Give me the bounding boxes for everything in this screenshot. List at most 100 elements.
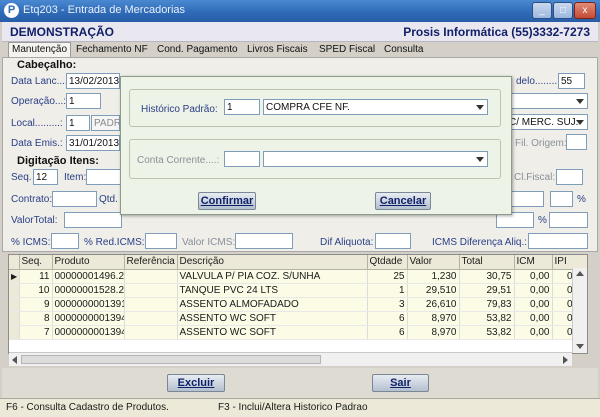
cell-seq: 10 (19, 283, 53, 298)
tab-manutencao[interactable]: Manutenção (8, 42, 72, 58)
cell-valor: 8,970 (407, 325, 460, 340)
col-seq[interactable]: Seq. (19, 255, 53, 270)
right-field-1[interactable] (510, 191, 544, 207)
sair-button[interactable]: Sair (372, 374, 429, 392)
icms-dif-label: ICMS Diferença Aliq.: (432, 237, 528, 248)
cell-qtd: 25 (367, 269, 408, 284)
cell-total: 29,51 (459, 283, 515, 298)
pct-field-1[interactable] (550, 191, 573, 207)
scroll-right-icon[interactable] (563, 356, 568, 364)
historico-code-field[interactable]: 1 (224, 99, 260, 115)
historico-select-value: COMPRA CFE NF. (266, 102, 350, 113)
historico-select[interactable]: COMPRA CFE NF. (263, 99, 488, 115)
cell-total: 53,82 (459, 311, 515, 326)
grid-vertical-scrollbar[interactable] (572, 268, 587, 353)
tab-fechamento-nf[interactable]: Fechamento NF (73, 43, 151, 58)
merc-suj-select[interactable]: C/ MERC. SUJ. (506, 114, 588, 130)
col-ipi[interactable]: IPI (552, 255, 587, 270)
pct-icms-field[interactable] (51, 233, 79, 249)
section-digitacao-itens: Digitação Itens: (17, 155, 99, 167)
section-cabecalho: Cabeçalho: (17, 59, 77, 71)
seq-field[interactable]: 12 (33, 169, 58, 185)
cell-produto: 00000001528.2 (52, 283, 125, 298)
contrato-field[interactable] (52, 191, 97, 207)
row-indicator (9, 283, 20, 298)
cell-produto: 0000000001394 (52, 311, 125, 326)
scroll-down-icon[interactable] (576, 344, 584, 349)
table-row[interactable]: 8 0000000001394 ASSENTO WC SOFT 6 8,970 53,82… (9, 311, 587, 326)
chevron-down-icon (576, 120, 584, 125)
cl-fiscal-label: Cl.Fiscal: (514, 172, 556, 183)
app-icon: P (4, 3, 19, 18)
col-total[interactable]: Total (459, 255, 515, 270)
conta-corrente-code-field[interactable] (224, 151, 260, 167)
cell-total: 53,82 (459, 325, 515, 340)
tipo-select[interactable] (506, 93, 588, 109)
table-row[interactable]: 9 0000000001391 ASSENTO ALMOFADADO 3 26,610 7… (9, 297, 587, 312)
fil-origem-field[interactable] (566, 134, 587, 150)
historico-label: Histórico Padrão: (141, 104, 218, 115)
cell-icm: 0,00 (514, 283, 553, 298)
dif-aliquota-field[interactable] (375, 233, 411, 249)
col-qtdade[interactable]: Qtdade (367, 255, 408, 270)
col-valor[interactable]: Valor (407, 255, 460, 270)
cell-referencia (124, 283, 178, 298)
tab-livros-fiscais[interactable]: Livros Fiscais (244, 43, 311, 58)
excluir-button[interactable]: Excluir (167, 374, 225, 392)
modelo-field[interactable]: 55 (558, 73, 585, 89)
cell-referencia (124, 297, 178, 312)
valor-total-label: ValorTotal: (11, 215, 58, 226)
col-descricao[interactable]: Descrição (177, 255, 368, 270)
tab-sped-fiscal[interactable]: SPED Fiscal (316, 43, 378, 58)
cell-icm: 0,00 (514, 325, 553, 340)
table-row[interactable]: 10 00000001528.2 TANQUE PVC 24 LTS 1 29,510 2… (9, 283, 587, 298)
scroll-thumb[interactable] (21, 355, 321, 364)
tab-consulta[interactable]: Consulta (381, 43, 426, 58)
col-referencia[interactable]: Referência (124, 255, 178, 270)
scroll-left-icon[interactable] (12, 356, 17, 364)
cell-valor: 29,510 (407, 283, 460, 298)
title-bar: P Etq203 - Entrada de Mercadorias _ □ x (0, 0, 600, 22)
cell-seq: 8 (19, 311, 53, 326)
tab-cond-pagamento[interactable]: Cond. Pagamento (154, 43, 241, 58)
cell-total: 30,75 (459, 269, 515, 284)
icms-dif-field[interactable] (528, 233, 588, 249)
conta-corrente-select[interactable] (263, 151, 488, 167)
pct-red-icms-label: % Red.ICMS: (84, 237, 145, 248)
data-lanc-field[interactable]: 13/02/2013 (66, 73, 120, 89)
cell-descricao: ASSENTO ALMOFADADO (177, 297, 368, 312)
item-field[interactable] (86, 169, 122, 185)
seq-label: Seq. (11, 172, 32, 183)
cell-valor: 1,230 (407, 269, 460, 284)
data-emis-field[interactable]: 31/01/2013 (66, 135, 120, 151)
minimize-icon[interactable]: _ (532, 2, 552, 19)
valor-icms-field[interactable] (235, 233, 293, 249)
operacao-field[interactable]: 1 (66, 93, 101, 109)
dif-aliquota-label: Dif Aliquota: (320, 237, 374, 248)
col-produto[interactable]: Produto (52, 255, 125, 270)
pct-red-icms-field[interactable] (145, 233, 177, 249)
row-indicator (9, 325, 20, 340)
historico-padrao-dialog: Histórico Padrão: 1 COMPRA CFE NF. Conta… (120, 76, 512, 215)
chevron-down-icon (476, 157, 484, 162)
table-row[interactable]: ▶ 11 00000001496.2 VALVULA P/ PIA COZ. S/UN… (9, 269, 587, 284)
items-grid[interactable]: Seq. Produto Referência Descrição Qtdade… (8, 254, 588, 354)
status-hint-f3: F3 - Inclui/Altera Historico Padrao (218, 402, 368, 413)
operacao-label: Operação...: (11, 96, 67, 107)
valor-total-field[interactable] (64, 212, 122, 228)
col-icm[interactable]: ICM (514, 255, 553, 270)
table-row[interactable]: 7 0000000001394 ASSENTO WC SOFT 6 8,970 53,82… (9, 325, 587, 340)
modelo-label: delo.........: (516, 76, 563, 87)
maximize-icon[interactable]: □ (553, 2, 573, 19)
cancel-button[interactable]: Cancelar (375, 192, 431, 210)
pct-icms-label: % ICMS: (11, 237, 51, 248)
local-field[interactable]: 1 (66, 115, 90, 131)
grid-horizontal-scrollbar[interactable] (9, 352, 572, 366)
company-header: DEMONSTRAÇÃO Prosis Informática (55)3332… (2, 22, 598, 42)
scroll-up-icon[interactable] (576, 271, 584, 276)
confirm-button[interactable]: Confirmar (198, 192, 256, 210)
close-icon[interactable]: x (574, 2, 596, 19)
cl-fiscal-field[interactable] (556, 169, 583, 185)
contrato-label: Contrato: (11, 194, 53, 205)
pct-field-2[interactable] (549, 212, 588, 228)
